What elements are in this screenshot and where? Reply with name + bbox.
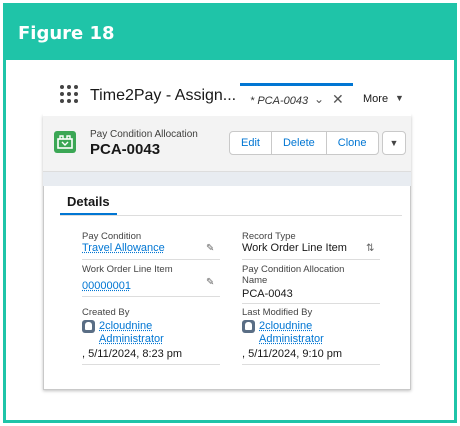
- field-label: Last Modified By: [242, 307, 313, 318]
- user-avatar-icon: [242, 320, 255, 333]
- tab-pca-0043[interactable]: * PCA-0043 ⌄ ✕: [240, 83, 353, 116]
- field-label: Name: [242, 275, 268, 286]
- field-created-by: Created By 2cloudnine Administrator , 5/…: [82, 307, 220, 365]
- more-actions-icon[interactable]: ▼: [382, 131, 406, 155]
- user-avatar-icon: [82, 320, 95, 333]
- figure-title: Figure 18: [18, 23, 115, 44]
- field-label: Created By: [82, 307, 130, 318]
- chevron-down-icon[interactable]: ⌄: [314, 92, 324, 106]
- field-pay-condition: Pay Condition Travel Allowance ✎: [82, 231, 220, 260]
- record-object-label: Pay Condition Allocation: [90, 129, 198, 140]
- figure-header: Figure 18: [6, 6, 454, 60]
- pencil-icon[interactable]: ✎: [206, 243, 214, 254]
- field-divider: [82, 259, 220, 260]
- edit-button[interactable]: Edit: [229, 131, 272, 155]
- pay-condition-link[interactable]: Travel Allowance: [82, 242, 220, 255]
- app-name: Time2Pay - Assign...: [90, 87, 237, 104]
- last-modified-date: , 5/11/2024, 9:10 pm: [242, 348, 343, 360]
- field-divider: [242, 303, 380, 304]
- field-divider: [82, 296, 220, 297]
- field-label: Record Type: [242, 231, 296, 242]
- record-actions: Edit Delete Clone: [229, 131, 379, 155]
- record-header: Pay Condition Allocation PCA-0043 Edit D…: [43, 116, 411, 172]
- field-divider: [242, 259, 380, 260]
- clone-button[interactable]: Clone: [325, 131, 379, 155]
- record-name: PCA-0043: [90, 141, 161, 158]
- work-order-line-item-link[interactable]: 00000001: [82, 280, 220, 293]
- tab-details[interactable]: Details: [67, 194, 110, 209]
- field-divider: [242, 364, 380, 365]
- pencil-icon[interactable]: ✎: [206, 277, 214, 288]
- caret-down-icon[interactable]: ▼: [395, 93, 404, 103]
- field-value: Work Order Line Item: [242, 242, 347, 254]
- created-by-user-link[interactable]: 2cloudnine: [82, 320, 220, 333]
- change-record-type-icon[interactable]: ⇅: [366, 243, 374, 254]
- close-icon[interactable]: ✕: [332, 91, 344, 108]
- field-label: Pay Condition Allocation: [242, 264, 345, 275]
- created-by-user-link-2[interactable]: Administrator: [82, 333, 220, 346]
- field-label: Pay Condition: [82, 231, 142, 242]
- more-tabs-button[interactable]: More: [363, 93, 388, 105]
- tab-label: * PCA-0043: [250, 95, 309, 107]
- field-last-modified-by: Last Modified By 2cloudnine Administrato…: [242, 307, 380, 365]
- created-date: , 5/11/2024, 8:23 pm: [82, 348, 183, 360]
- field-allocation-name: Pay Condition Allocation Name PCA-0043: [242, 264, 380, 304]
- delete-button[interactable]: Delete: [270, 131, 327, 155]
- tab-divider: [60, 215, 402, 216]
- field-record-type: Record Type Work Order Line Item ⇅: [242, 231, 380, 260]
- field-value: PCA-0043: [242, 288, 293, 300]
- user-name[interactable]: 2cloudnine: [259, 320, 312, 332]
- field-divider: [82, 364, 220, 365]
- last-modified-user-link-2[interactable]: Administrator: [242, 333, 380, 346]
- details-card: Details Pay Condition Travel Allowance ✎…: [54, 186, 402, 382]
- user-name[interactable]: 2cloudnine: [99, 320, 152, 332]
- app-topbar: Time2Pay - Assign... * PCA-0043 ⌄ ✕ More…: [43, 76, 411, 116]
- app-launcher-icon[interactable]: [60, 85, 78, 103]
- record-type-icon: [54, 131, 76, 153]
- decorative-band: [43, 172, 411, 186]
- field-work-order-line-item: Work Order Line Item 00000001 ✎: [82, 264, 220, 297]
- last-modified-user-link[interactable]: 2cloudnine: [242, 320, 380, 333]
- field-label: Work Order Line Item: [82, 264, 173, 275]
